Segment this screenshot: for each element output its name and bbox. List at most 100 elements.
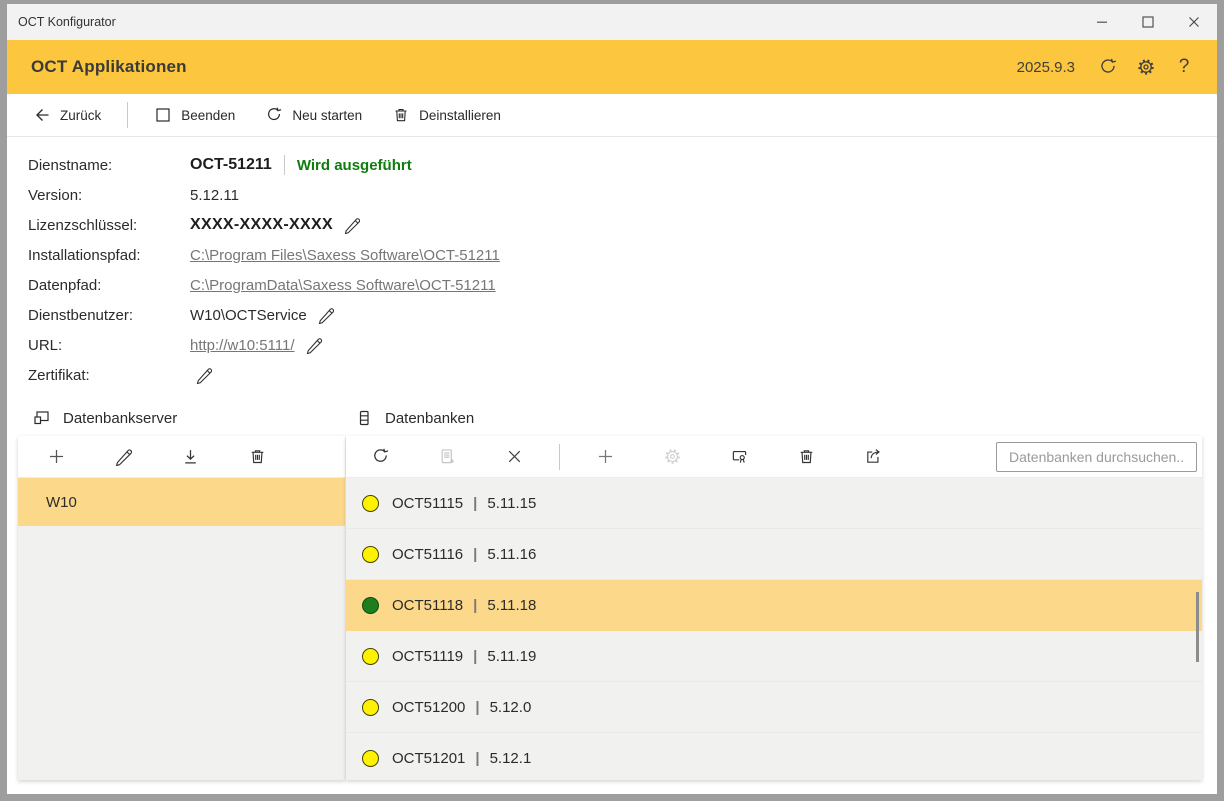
refresh-icon (1098, 57, 1118, 77)
refresh-icon (371, 447, 390, 466)
database-version: 5.11.16 (487, 546, 536, 563)
add-icon (47, 447, 66, 466)
stop-square-icon (154, 106, 172, 124)
install-path-link[interactable]: C:\Program Files\Saxess Software\OCT-512… (190, 247, 500, 264)
server-list-item[interactable]: W10 (18, 478, 345, 526)
database-toolbar-separator (559, 444, 560, 470)
refresh-button[interactable] (1089, 48, 1127, 86)
service-url-link[interactable]: http://w10:5111/ (190, 337, 295, 354)
database-settings-button[interactable] (650, 439, 694, 475)
back-button[interactable]: Zurück (33, 106, 101, 124)
database-list-item[interactable]: OCT51115 | 5.11.15 (346, 478, 1202, 529)
close-button[interactable] (1171, 4, 1217, 40)
service-name-value: OCT-51211 (190, 156, 272, 174)
url-label: URL: (28, 337, 190, 354)
version-value: 5.12.11 (190, 187, 239, 204)
edit-certificate-button[interactable] (195, 366, 213, 384)
database-toolbar (346, 436, 1202, 478)
database-icon (355, 409, 373, 427)
settings-button[interactable] (1127, 48, 1165, 86)
status-dot (362, 495, 379, 512)
service-name-label: Dienstname: (28, 157, 190, 174)
close-icon (1185, 13, 1203, 31)
name-version-separator: | (473, 546, 477, 563)
detail-row-certificate: Zertifikat: (28, 360, 1217, 390)
uninstall-button[interactable]: Deinstallieren (392, 106, 501, 124)
trash-icon (248, 447, 267, 466)
maximize-button[interactable] (1125, 4, 1171, 40)
install-path-label: Installationspfad: (28, 247, 190, 264)
database-list: OCT51115 | 5.11.15 OCT51116 | 5.11.16 OC… (346, 478, 1202, 780)
server-panel: W10 (18, 436, 345, 780)
detail-row-url: URL: http://w10:5111/ (28, 330, 1217, 360)
server-panel-title-label: Datenbankserver (63, 410, 177, 427)
status-dot (362, 546, 379, 563)
detach-database-button[interactable] (492, 439, 536, 475)
trash-icon (392, 106, 410, 124)
database-version: 5.11.15 (487, 495, 536, 512)
run-script-button[interactable] (425, 439, 469, 475)
gear-icon (663, 447, 682, 466)
delete-database-button[interactable] (784, 439, 828, 475)
status-dot (362, 699, 379, 716)
add-server-button[interactable] (34, 439, 78, 475)
database-panel-title: Datenbanken (355, 400, 474, 436)
import-server-button[interactable] (168, 439, 212, 475)
database-name: OCT51118 (392, 597, 463, 614)
detail-row-license: Lizenzschlüssel: XXXX-XXXX-XXXX (28, 210, 1217, 240)
command-bar-separator (127, 102, 128, 128)
name-version-separator: | (475, 750, 479, 767)
database-name: OCT51119 (392, 648, 463, 665)
maximize-icon (1139, 13, 1157, 31)
service-user-label: Dienstbenutzer: (28, 307, 190, 324)
app-version: 2025.9.3 (1017, 59, 1075, 76)
minimize-icon (1093, 13, 1111, 31)
edit-pencil-icon (195, 366, 213, 384)
help-button[interactable]: ? (1165, 48, 1203, 86)
detail-row-data-path: Datenpfad: C:\ProgramData\Saxess Softwar… (28, 270, 1217, 300)
database-search-input[interactable] (996, 442, 1197, 472)
name-version-separator: | (473, 648, 477, 665)
minimize-button[interactable] (1079, 4, 1125, 40)
stop-service-button[interactable]: Beenden (154, 106, 235, 124)
server-name: W10 (46, 494, 77, 511)
status-dot (362, 648, 379, 665)
page-title: OCT Applikationen (31, 57, 187, 77)
edit-service-user-button[interactable] (317, 306, 335, 324)
add-database-button[interactable] (583, 439, 627, 475)
license-label: Lizenzschlüssel: (28, 217, 190, 234)
inspect-user-icon (730, 447, 749, 466)
database-panel: OCT51115 | 5.11.15 OCT51116 | 5.11.16 OC… (346, 436, 1202, 780)
refresh-databases-button[interactable] (358, 439, 402, 475)
database-version: 5.12.0 (490, 699, 532, 716)
edit-license-button[interactable] (343, 216, 361, 234)
delete-server-button[interactable] (235, 439, 279, 475)
server-icon (32, 409, 51, 427)
detail-row-service-user: Dienstbenutzer: W10\OCTService (28, 300, 1217, 330)
help-icon: ? (1179, 56, 1190, 78)
export-database-button[interactable] (851, 439, 895, 475)
database-list-scrollbar[interactable] (1196, 592, 1199, 662)
database-list-item[interactable]: OCT51200 | 5.12.0 (346, 682, 1202, 733)
server-list: W10 (18, 478, 345, 526)
database-name: OCT51115 (392, 495, 463, 512)
window-title: OCT Konfigurator (7, 15, 116, 29)
command-bar: Zurück Beenden Neu starten Deinstalliere… (7, 94, 1217, 137)
database-version: 5.11.19 (487, 648, 536, 665)
edit-server-button[interactable] (101, 439, 145, 475)
app-header: OCT Applikationen 2025.9.3 ? (7, 40, 1217, 94)
database-version: 5.11.18 (487, 597, 536, 614)
database-list-item[interactable]: OCT51201 | 5.12.1 (346, 733, 1202, 780)
uninstall-label: Deinstallieren (419, 108, 501, 123)
edit-url-button[interactable] (305, 336, 323, 354)
window-controls (1079, 4, 1217, 40)
data-path-link[interactable]: C:\ProgramData\Saxess Software\OCT-51211 (190, 277, 496, 294)
database-list-item[interactable]: OCT51119 | 5.11.19 (346, 631, 1202, 682)
database-list-item[interactable]: OCT51116 | 5.11.16 (346, 529, 1202, 580)
inspect-users-button[interactable] (717, 439, 761, 475)
name-version-separator: | (473, 597, 477, 614)
server-panel-title: Datenbankserver (32, 400, 177, 436)
database-panel-title-label: Datenbanken (385, 410, 474, 427)
restart-service-button[interactable]: Neu starten (265, 106, 362, 124)
database-list-item[interactable]: OCT51118 | 5.11.18 (346, 580, 1202, 631)
